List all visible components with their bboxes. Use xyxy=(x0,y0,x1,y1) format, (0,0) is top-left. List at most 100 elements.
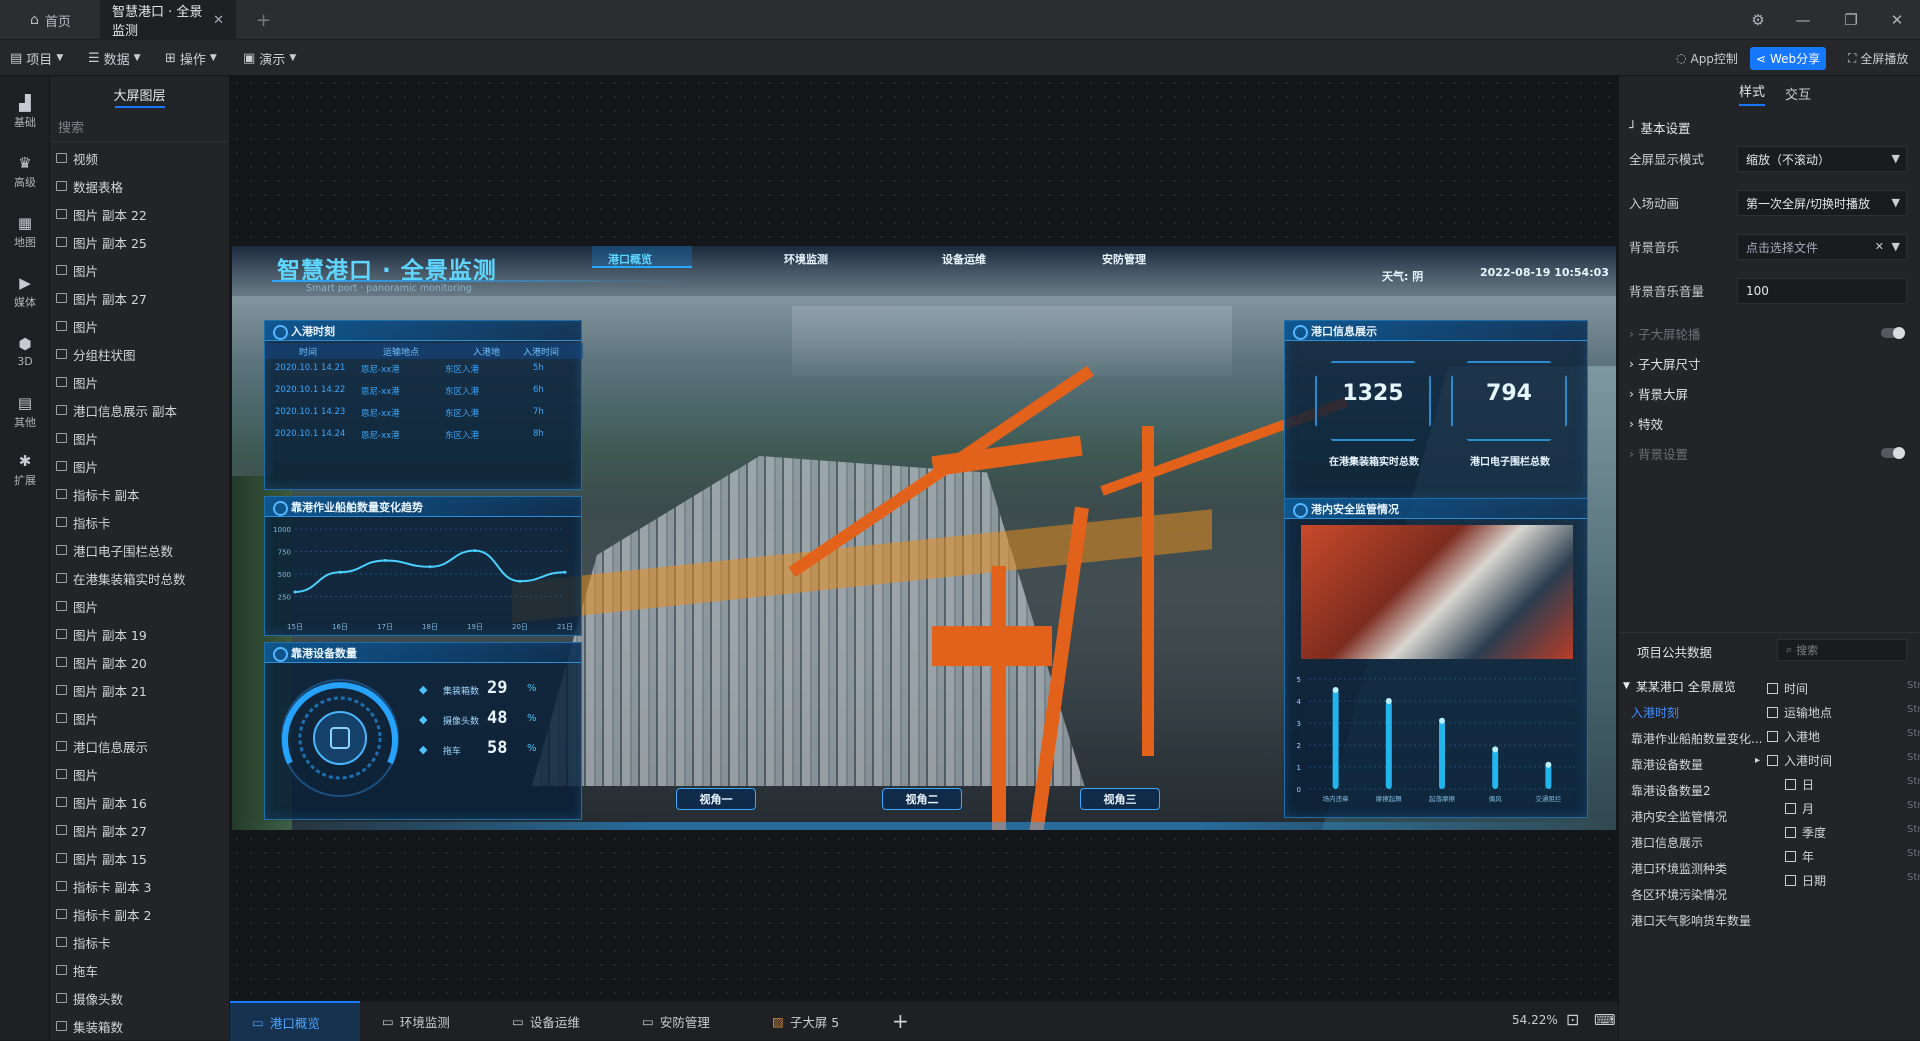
screen-tab-overview[interactable]: ▭ 港口概览 xyxy=(230,1001,360,1041)
category-basic[interactable]: ▟ 基础 xyxy=(0,86,50,138)
field-checkbox[interactable] xyxy=(1767,730,1778,742)
screen-tab-env[interactable]: ▭ 环境监测 xyxy=(360,1001,490,1041)
layer-item[interactable]: 分组柱状图 xyxy=(50,340,229,368)
keyboard-icon[interactable]: ⌨ xyxy=(1594,1011,1616,1029)
layer-item[interactable]: 图片 xyxy=(50,452,229,480)
bgm-volume-input[interactable]: 100 xyxy=(1737,278,1907,304)
layer-item[interactable]: 港口信息展示 xyxy=(50,732,229,760)
minimize-icon[interactable]: — xyxy=(1790,8,1816,32)
category-map[interactable]: ▦ 地图 xyxy=(0,206,50,258)
tab-home[interactable]: ⌂ 首页 xyxy=(18,0,83,40)
layer-item[interactable]: 摄像头数 xyxy=(50,984,229,1012)
dataset-item[interactable]: 入港时刻 xyxy=(1631,698,1679,726)
close-tab-icon[interactable]: ✕ xyxy=(213,13,224,28)
layer-item[interactable]: 集装箱数 xyxy=(50,1012,229,1040)
layer-item[interactable]: 指标卡 副本 2 xyxy=(50,900,229,928)
bg-settings-toggle[interactable] xyxy=(1881,447,1905,459)
menu-data[interactable]: ☰ 数据 ▼ xyxy=(88,40,141,76)
layer-item[interactable]: 港口电子围栏总数 xyxy=(50,536,229,564)
layer-item[interactable]: 指标卡 副本 3 xyxy=(50,872,229,900)
layer-item[interactable]: 数据表格 xyxy=(50,172,229,200)
restore-icon[interactable]: ❐ xyxy=(1838,8,1864,32)
section-bg-settings[interactable]: › 背景设置 xyxy=(1629,438,1688,468)
layer-item[interactable]: 图片 xyxy=(50,592,229,620)
layer-item[interactable]: 指标卡 xyxy=(50,508,229,536)
layer-item[interactable]: 图片 副本 20 xyxy=(50,648,229,676)
dataset-item[interactable]: 靠港设备数量2 xyxy=(1631,776,1711,804)
layer-item[interactable]: 图片 xyxy=(50,760,229,788)
section-sub-carousel[interactable]: › 子大屏轮播 xyxy=(1629,318,1701,348)
dataset-item[interactable]: 各区环境污染情况 xyxy=(1631,880,1727,908)
settings-icon[interactable]: ⚙ xyxy=(1745,8,1771,32)
dataset-item[interactable]: 靠港设备数量 xyxy=(1631,750,1703,778)
close-window-icon[interactable]: ✕ xyxy=(1884,8,1910,32)
fullscreen-mode-select[interactable]: 缩放（不滚动） ▼ xyxy=(1737,146,1907,172)
screen-tab-security[interactable]: ▭ 安防管理 xyxy=(620,1001,750,1041)
field-checkbox[interactable] xyxy=(1785,802,1796,814)
category-other[interactable]: ▤ 其他 xyxy=(0,386,50,438)
bgm-file-select[interactable]: 点击选择文件 ✕ ▼ xyxy=(1737,234,1907,260)
tab-style[interactable]: 样式 xyxy=(1739,81,1766,106)
sub-carousel-toggle[interactable] xyxy=(1881,327,1905,339)
dashboard-nav-security[interactable]: 安防管理 xyxy=(1102,251,1146,267)
dataset-item[interactable]: 靠港作业船舶数量变化... xyxy=(1631,724,1762,752)
layer-item[interactable]: 图片 xyxy=(50,256,229,284)
layer-item[interactable]: 图片 副本 15 xyxy=(50,844,229,872)
layer-item[interactable]: 图片 xyxy=(50,424,229,452)
layer-item[interactable]: 指标卡 xyxy=(50,928,229,956)
view-one-button[interactable]: 视角一 xyxy=(676,788,756,810)
layer-item[interactable]: 图片 xyxy=(50,312,229,340)
layer-item[interactable]: 图片 副本 16 xyxy=(50,788,229,816)
dataset-item[interactable]: 港口信息展示 xyxy=(1631,828,1703,856)
public-data-search[interactable]: ⌕ 搜索 xyxy=(1777,639,1907,661)
fit-screen-icon[interactable]: ⊡ xyxy=(1566,1010,1579,1029)
dashboard-nav-equip[interactable]: 设备运维 xyxy=(942,251,986,267)
layer-item[interactable]: 在港集装箱实时总数 xyxy=(50,564,229,592)
tab-interaction[interactable]: 交互 xyxy=(1785,84,1811,103)
field-checkbox[interactable] xyxy=(1785,874,1796,886)
layer-item[interactable]: 图片 副本 27 xyxy=(50,816,229,844)
web-share-button[interactable]: ⋖ Web分享 xyxy=(1750,47,1826,70)
section-effects[interactable]: › 特效 xyxy=(1629,408,1663,438)
view-three-button[interactable]: 视角三 xyxy=(1080,788,1160,810)
view-two-button[interactable]: 视角二 xyxy=(882,788,962,810)
field-checkbox[interactable] xyxy=(1767,682,1778,694)
layer-item[interactable]: 图片 副本 19 xyxy=(50,620,229,648)
field-checkbox[interactable] xyxy=(1785,826,1796,838)
dataset-item[interactable]: 港口环境监测种类 xyxy=(1631,854,1727,882)
zoom-level[interactable]: 54.22% xyxy=(1512,1013,1558,1027)
surveillance-video[interactable] xyxy=(1301,525,1573,659)
layer-item[interactable]: 拖车 xyxy=(50,956,229,984)
menu-operate[interactable]: ⊞ 操作 ▼ xyxy=(165,40,217,76)
add-screen-button[interactable]: + xyxy=(892,1009,909,1033)
layer-item[interactable]: 图片 xyxy=(50,368,229,396)
dataset-item[interactable]: 港口天气影响货车数量 xyxy=(1631,906,1751,934)
layer-item[interactable]: 图片 xyxy=(50,704,229,732)
layer-item[interactable]: 视频 xyxy=(50,144,229,172)
clear-icon[interactable]: ✕ xyxy=(1875,240,1884,253)
layers-title[interactable]: 大屏图层 xyxy=(50,76,229,112)
layer-item[interactable]: 图片 副本 21 xyxy=(50,676,229,704)
screen-tab-equip[interactable]: ▭ 设备运维 xyxy=(490,1001,620,1041)
dataset-group[interactable]: ▼ 某某港口 全景展览 xyxy=(1623,672,1736,700)
entry-anim-select[interactable]: 第一次全屏/切换时播放 ▼ xyxy=(1737,190,1907,216)
fullscreen-button[interactable]: ⛶ 全屏播放 xyxy=(1848,40,1908,76)
screen-tab-sub5[interactable]: ▨ 子大屏 5 xyxy=(750,1001,880,1041)
layer-search-input[interactable]: 搜索 xyxy=(50,112,229,142)
layer-item[interactable]: 图片 副本 22 xyxy=(50,200,229,228)
field-checkbox[interactable] xyxy=(1767,706,1778,718)
dashboard-nav-env[interactable]: 环境监测 xyxy=(784,251,828,267)
field-checkbox[interactable] xyxy=(1767,754,1778,766)
field-checkbox[interactable] xyxy=(1785,850,1796,862)
field-item[interactable]: 日期 xyxy=(1785,866,1826,894)
layer-item[interactable]: 港口信息展示 副本 xyxy=(50,396,229,424)
category-media[interactable]: ▶ 媒体 xyxy=(0,266,50,318)
layer-item[interactable]: 指标卡 副本 xyxy=(50,480,229,508)
field-checkbox[interactable] xyxy=(1785,778,1796,790)
tab-active-project[interactable]: 智慧港口 · 全景监测 ✕ xyxy=(100,0,236,40)
app-control-button[interactable]: ◌ App控制 xyxy=(1676,40,1738,76)
layer-item[interactable]: 图片 副本 25 xyxy=(50,228,229,256)
menu-project[interactable]: ▤ 项目 ▼ xyxy=(10,40,63,76)
section-sub-size[interactable]: › 子大屏尺寸 xyxy=(1629,348,1701,378)
dashboard-nav-overview[interactable]: 港口概览 xyxy=(608,251,652,267)
